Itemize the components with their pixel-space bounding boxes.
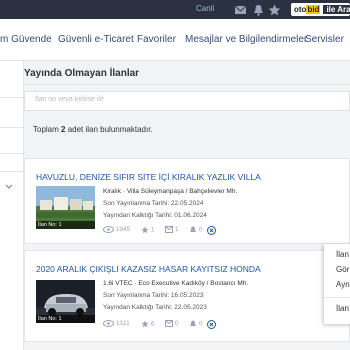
listing-published-date: Son Yayınlanma Tarihi: 22.05.2024 xyxy=(103,200,204,207)
chevron-down-icon[interactable] xyxy=(5,183,13,192)
favorites-stat: 1 xyxy=(141,226,154,234)
otobid-search-button[interactable]: otobid ile Ara xyxy=(291,3,350,16)
views-count: 1945 xyxy=(115,226,131,234)
bell-count: 0 xyxy=(198,226,203,234)
count-prefix: Toplam xyxy=(33,125,62,134)
favorites-count: 6 xyxy=(150,320,155,328)
listing-card: 2020 ARALIK ÇIKIŞLI KAZASIZ HASAR KAYITS… xyxy=(24,250,350,342)
listing-tags: Kiralık · Villa Süleymanpaşa / Bahçeliev… xyxy=(103,188,238,195)
listing-published-date: Son Yayınlanma Tarihi: 16.05.2023 xyxy=(103,292,204,299)
favorites-count: 1 xyxy=(150,226,155,234)
messages-stat: 1 xyxy=(165,226,178,233)
envelope-icon xyxy=(165,226,173,233)
sidebar-divider xyxy=(0,127,24,128)
envelope-icon xyxy=(165,320,173,327)
messages-stat: 0 xyxy=(165,320,178,327)
otobid-bid: bid xyxy=(306,5,321,14)
share-icon[interactable] xyxy=(207,226,216,235)
otobid-prefix: oto xyxy=(294,5,307,14)
nav-item-guvende[interactable]: m Güvende xyxy=(0,34,52,45)
eye-icon xyxy=(103,320,114,327)
listing-title-link[interactable]: 2020 ARALIK ÇIKIŞLI KAZASIZ HASAR KAYITS… xyxy=(36,264,261,274)
envelope-icon[interactable] xyxy=(234,3,247,15)
thumbnail-label: İlan No: 1 xyxy=(36,315,95,323)
search-placeholder: İlan no veya kelime ile xyxy=(35,96,104,103)
listing-card: HAVUZLU, DENİZE SIFIR SİTE İÇİ KIRALIK Y… xyxy=(24,158,350,244)
listing-count: Toplam 2 adet ilan bulunmaktadır. xyxy=(33,125,153,134)
main-nav: m Güvende Güvenli e-Ticaret Favoriler Me… xyxy=(0,19,350,61)
search-input[interactable]: İlan no veya kelime ile xyxy=(24,91,350,111)
otobid-suffix: ile Ara xyxy=(323,5,350,14)
bell-icon xyxy=(190,320,196,326)
main-content: Yayında Olmayan İlanlar İlan no veya kel… xyxy=(24,61,350,350)
bell-icon xyxy=(190,226,196,232)
listing-removed-date: Yayından Kalktığı Tarihi: 22.05.2023 xyxy=(103,304,207,311)
page-title: Yayında Olmayan İlanlar xyxy=(24,68,140,79)
listing-thumbnail[interactable]: İlan No: 1 xyxy=(36,186,95,229)
context-menu-divider xyxy=(324,297,350,298)
nav-item-favoriler[interactable]: Favoriler xyxy=(137,34,176,45)
sidebar xyxy=(0,61,24,350)
title-divider xyxy=(24,84,350,85)
nav-item-mesajlar[interactable]: Mesajlar ve Bilgilendirmeler xyxy=(185,34,307,45)
listing-title-link[interactable]: HAVUZLU, DENİZE SIFIR SİTE İÇİ KIRALIK Y… xyxy=(36,172,261,182)
eye-icon xyxy=(103,226,114,233)
nav-item-servisler[interactable]: Servisler xyxy=(305,34,344,45)
sidebar-divider xyxy=(0,153,24,154)
bell-count: 0 xyxy=(198,320,203,328)
views-stat: 1311 xyxy=(103,320,130,327)
messages-count: 1 xyxy=(174,226,179,234)
star-icon xyxy=(141,226,149,234)
views-stat: 1945 xyxy=(103,226,130,233)
context-menu-item[interactable]: İlan xyxy=(336,250,349,259)
views-count: 1311 xyxy=(115,320,130,328)
context-menu-item[interactable]: Gör xyxy=(336,265,349,274)
favorites-stat: 6 xyxy=(141,320,154,328)
context-menu-item[interactable]: Ayn xyxy=(336,280,350,289)
bell-icon[interactable] xyxy=(252,3,265,16)
listing-thumbnail[interactable]: İlan No: 1 xyxy=(36,280,95,323)
context-menu-item[interactable]: İlan xyxy=(336,304,349,313)
star-icon xyxy=(141,320,149,328)
sidebar-divider xyxy=(0,171,24,172)
bell-stat: 0 xyxy=(189,320,202,328)
thumbnail-label: İlan No: 1 xyxy=(36,221,95,229)
username-menu[interactable]: Canli xyxy=(196,4,214,13)
count-suffix: adet ilan bulunmaktadır. xyxy=(65,125,153,134)
share-icon[interactable] xyxy=(207,320,216,329)
listing-context-menu: İlan Gör Ayn İlan xyxy=(324,244,350,324)
bell-stat: 0 xyxy=(189,226,202,234)
top-bar: Canli otobid ile Ara xyxy=(0,0,350,19)
listing-tags: 1.6i VTEC · Eco Executive Kadıköy / Bost… xyxy=(103,280,249,287)
listing-removed-date: Yayından Kalktığı Tarihi: 01.06.2024 xyxy=(103,212,207,219)
nav-item-guvenli-eticaret[interactable]: Güvenli e-Ticaret xyxy=(58,34,134,45)
messages-count: 0 xyxy=(174,320,179,328)
star-icon[interactable] xyxy=(268,3,281,16)
sidebar-divider xyxy=(0,97,24,98)
